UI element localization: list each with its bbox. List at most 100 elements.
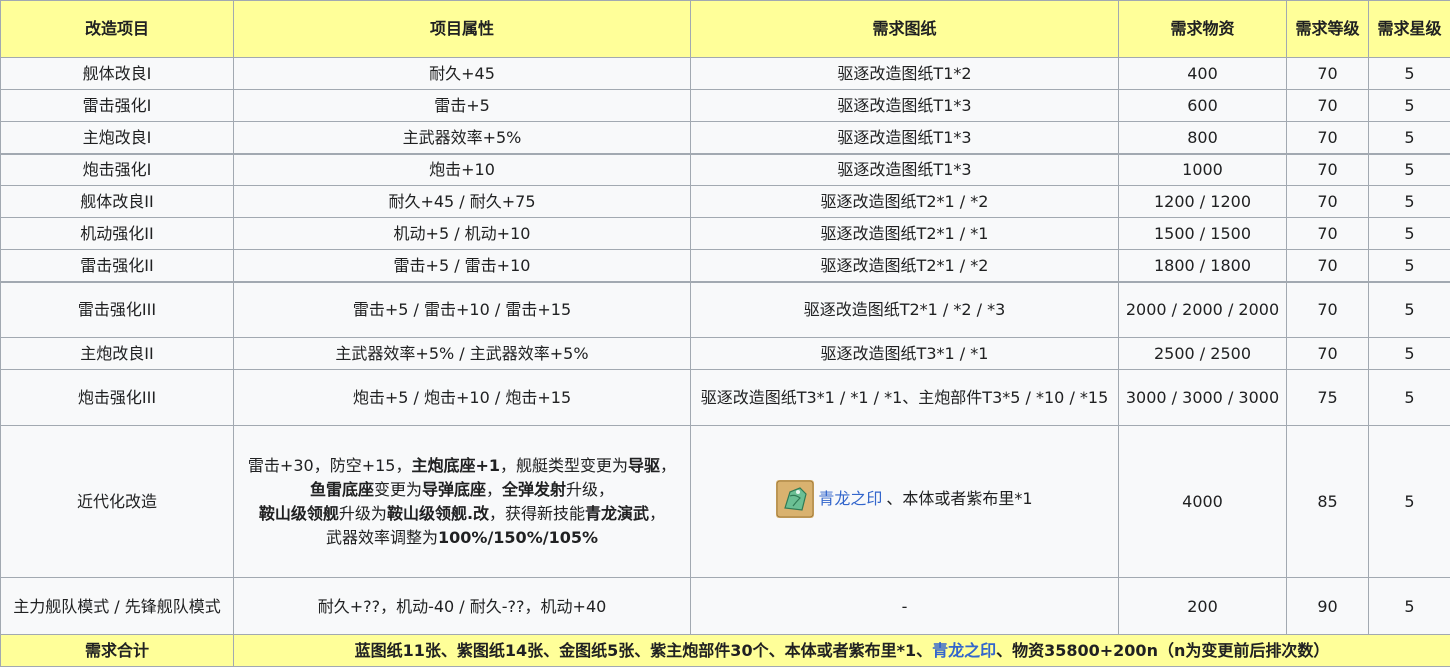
cell-level: 70 [1287, 122, 1369, 154]
cell-level: 85 [1287, 426, 1369, 578]
cell-project: 炮击强化III [1, 370, 234, 426]
cell-level: 70 [1287, 250, 1369, 282]
cell-level: 90 [1287, 578, 1369, 635]
blueprint-rest: 、本体或者紫布里*1 [886, 487, 1032, 510]
attr-bold: 鱼雷底座 [310, 480, 374, 499]
cell-star: 5 [1369, 186, 1450, 218]
cell-attribute: 耐久+45 / 耐久+75 [234, 186, 691, 218]
cell-materials: 600 [1119, 90, 1287, 122]
attr-line-4: 武器效率调整为100%/150%/105% [238, 526, 686, 550]
qinglong-seal-icon[interactable] [776, 480, 814, 518]
cell-level: 70 [1287, 338, 1369, 370]
cell-attribute-rich: 雷击+30，防空+15，主炮底座+1，舰艇类型变更为导驱， 鱼雷底座变更为导弹底… [234, 426, 691, 578]
attr-text: ， [660, 456, 676, 475]
attr-text: 升级为 [339, 504, 387, 523]
total-row: 需求合计 蓝图纸11张、紫图纸14张、金图纸5张、紫主炮部件30个、本体或者紫布… [1, 635, 1450, 667]
header-blueprint: 需求图纸 [691, 1, 1119, 58]
cell-materials: 2500 / 2500 [1119, 338, 1287, 370]
header-star: 需求星级 [1369, 1, 1450, 58]
attr-bold: 100%/150%/105% [438, 528, 598, 547]
cell-level: 70 [1287, 58, 1369, 90]
cell-level: 70 [1287, 90, 1369, 122]
cell-star: 5 [1369, 90, 1450, 122]
cell-level: 70 [1287, 218, 1369, 250]
table-row: 舰体改良II 耐久+45 / 耐久+75 驱逐改造图纸T2*1 / *2 120… [1, 186, 1450, 218]
cell-blueprint: 驱逐改造图纸T1*3 [691, 154, 1119, 186]
table-row: 炮击强化III 炮击+5 / 炮击+10 / 炮击+15 驱逐改造图纸T3*1 … [1, 370, 1450, 426]
cell-star: 5 [1369, 154, 1450, 186]
remodel-table: 改造项目 项目属性 需求图纸 需求物资 需求等级 需求星级 舰体改良I 耐久+4… [0, 0, 1450, 667]
cell-star: 5 [1369, 58, 1450, 90]
cell-attribute: 耐久+45 [234, 58, 691, 90]
attr-text: 升级， [566, 480, 614, 499]
cell-project: 主力舰队模式 / 先锋舰队模式 [1, 578, 234, 635]
cell-blueprint: 驱逐改造图纸T2*1 / *2 [691, 250, 1119, 282]
cell-project: 机动强化II [1, 218, 234, 250]
attr-bold: 全弹发射 [502, 480, 566, 499]
cell-attribute: 雷击+5 [234, 90, 691, 122]
attr-text: 雷击+30，防空+15， [248, 456, 412, 475]
cell-project: 主炮改良I [1, 122, 234, 154]
cell-materials: 1000 [1119, 154, 1287, 186]
header-level: 需求等级 [1287, 1, 1369, 58]
cell-blueprint: 驱逐改造图纸T3*1 / *1 / *1、主炮部件T3*5 / *10 / *1… [691, 370, 1119, 426]
cell-blueprint: 驱逐改造图纸T2*1 / *1 [691, 218, 1119, 250]
cell-star: 5 [1369, 338, 1450, 370]
attr-text: ，舰艇类型变更为 [500, 456, 628, 475]
table-row: 雷击强化I 雷击+5 驱逐改造图纸T1*3 600 70 5 [1, 90, 1450, 122]
table-row: 雷击强化II 雷击+5 / 雷击+10 驱逐改造图纸T2*1 / *2 1800… [1, 250, 1450, 282]
cell-project: 主炮改良II [1, 338, 234, 370]
cell-project: 炮击强化I [1, 154, 234, 186]
cell-level: 70 [1287, 186, 1369, 218]
cell-blueprint: 驱逐改造图纸T3*1 / *1 [691, 338, 1119, 370]
table-row: 雷击强化III 雷击+5 / 雷击+10 / 雷击+15 驱逐改造图纸T2*1 … [1, 282, 1450, 338]
cell-star: 5 [1369, 282, 1450, 338]
cell-attribute: 炮击+10 [234, 154, 691, 186]
header-row: 改造项目 项目属性 需求图纸 需求物资 需求等级 需求星级 [1, 1, 1450, 58]
cell-materials: 1800 / 1800 [1119, 250, 1287, 282]
cell-materials: 200 [1119, 578, 1287, 635]
cell-project: 雷击强化I [1, 90, 234, 122]
cell-blueprint: 驱逐改造图纸T1*3 [691, 122, 1119, 154]
cell-attribute: 耐久+??，机动-40 / 耐久-??，机动+40 [234, 578, 691, 635]
cell-attribute: 机动+5 / 机动+10 [234, 218, 691, 250]
cell-star: 5 [1369, 426, 1450, 578]
cell-attribute: 主武器效率+5% [234, 122, 691, 154]
attr-bold: 主炮底座+1 [411, 456, 500, 475]
total-summary: 蓝图纸11张、紫图纸14张、金图纸5张、紫主炮部件30个、本体或者紫布里*1、青… [234, 635, 1450, 667]
cell-star: 5 [1369, 250, 1450, 282]
cell-attribute: 主武器效率+5% / 主武器效率+5% [234, 338, 691, 370]
table-row: 主炮改良II 主武器效率+5% / 主武器效率+5% 驱逐改造图纸T3*1 / … [1, 338, 1450, 370]
attr-text: 武器效率调整为 [326, 528, 438, 547]
attr-bold: 青龙演武 [585, 504, 649, 523]
cell-blueprint: - [691, 578, 1119, 635]
attr-text: 变更为 [374, 480, 422, 499]
cell-blueprint: 驱逐改造图纸T1*2 [691, 58, 1119, 90]
cell-project: 舰体改良I [1, 58, 234, 90]
cell-materials: 2000 / 2000 / 2000 [1119, 282, 1287, 338]
cell-blueprint: 驱逐改造图纸T2*1 / *2 / *3 [691, 282, 1119, 338]
cell-blueprint: 驱逐改造图纸T1*3 [691, 90, 1119, 122]
table-row: 舰体改良I 耐久+45 驱逐改造图纸T1*2 400 70 5 [1, 58, 1450, 90]
table-row: 主力舰队模式 / 先锋舰队模式 耐久+??，机动-40 / 耐久-??，机动+4… [1, 578, 1450, 635]
cell-blueprint: 驱逐改造图纸T2*1 / *2 [691, 186, 1119, 218]
cell-level: 70 [1287, 154, 1369, 186]
cell-star: 5 [1369, 218, 1450, 250]
table-row: 近代化改造 雷击+30，防空+15，主炮底座+1，舰艇类型变更为导驱， 鱼雷底座… [1, 426, 1450, 578]
header-project: 改造项目 [1, 1, 234, 58]
table-row: 主炮改良I 主武器效率+5% 驱逐改造图纸T1*3 800 70 5 [1, 122, 1450, 154]
table-row: 炮击强化I 炮击+10 驱逐改造图纸T1*3 1000 70 5 [1, 154, 1450, 186]
cell-attribute: 雷击+5 / 雷击+10 [234, 250, 691, 282]
cell-blueprint: 青龙之印、本体或者紫布里*1 [691, 426, 1119, 578]
table-row: 机动强化II 机动+5 / 机动+10 驱逐改造图纸T2*1 / *1 1500… [1, 218, 1450, 250]
attr-line-2: 鱼雷底座变更为导弹底座，全弹发射升级， [238, 478, 686, 502]
cell-star: 5 [1369, 370, 1450, 426]
total-label: 需求合计 [1, 635, 234, 667]
qinglong-seal-link[interactable]: 青龙之印 [818, 487, 882, 510]
cell-materials: 1200 / 1200 [1119, 186, 1287, 218]
cell-materials: 3000 / 3000 / 3000 [1119, 370, 1287, 426]
cell-materials: 1500 / 1500 [1119, 218, 1287, 250]
total-qinglong-link[interactable]: 青龙之印 [932, 641, 996, 660]
cell-project: 舰体改良II [1, 186, 234, 218]
attr-bold: 鞍山级领舰 [259, 504, 339, 523]
